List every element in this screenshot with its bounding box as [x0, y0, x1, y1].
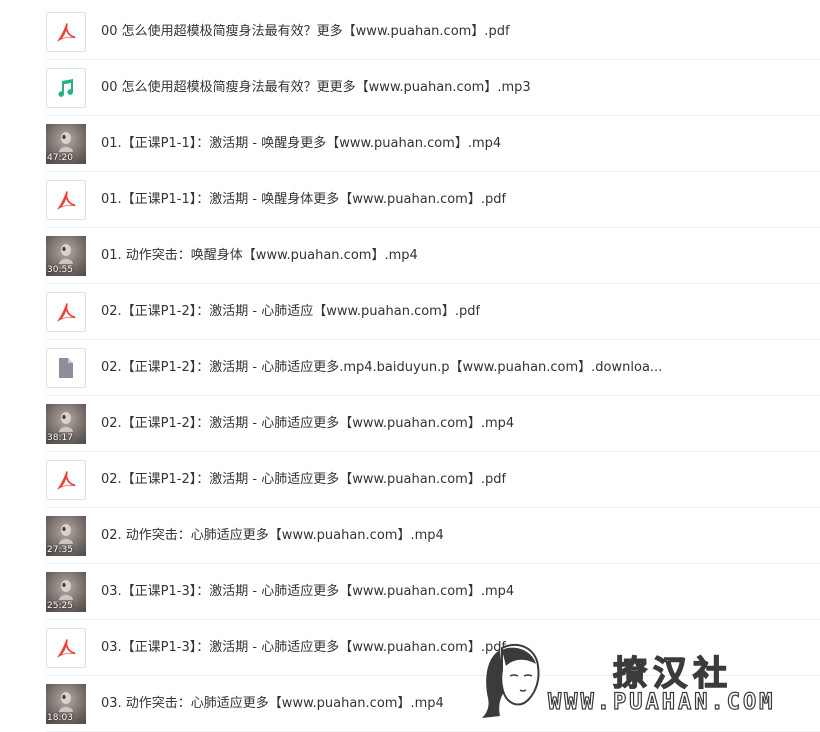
video-duration: 47:20	[47, 153, 73, 163]
file-name[interactable]: 01.【正课P1-1】：激活期 - 唤醒身体更多【www.puahan.com】…	[101, 172, 506, 228]
file-name[interactable]: 01. 动作突击：唤醒身体【www.puahan.com】.mp4	[101, 228, 418, 284]
video-thumbnail-figure	[59, 524, 73, 544]
file-name[interactable]: 00 怎么使用超模极简瘦身法最有效？更更多【www.puahan.com】.mp…	[101, 60, 531, 116]
file-row[interactable]: 02.【正课P1-2】：激活期 - 心肺适应【www.puahan.com】.p…	[46, 284, 820, 340]
file-row[interactable]: 38:17 02.【正课P1-2】：激活期 - 心肺适应更多【www.puahan…	[46, 396, 820, 452]
file-icon	[59, 358, 73, 378]
music-note-icon	[58, 79, 74, 97]
pdf-icon-tile[interactable]	[46, 180, 86, 220]
file-name[interactable]: 03.【正课P1-3】：激活期 - 心肺适应更多【www.puahan.com】…	[101, 564, 514, 620]
file-row[interactable]: 27:35 02. 动作突击：心肺适应更多【www.puahan.com】.mp4	[46, 508, 820, 564]
file-list: 00 怎么使用超模极简瘦身法最有效？更多【www.puahan.com】.pdf…	[0, 0, 820, 732]
file-name[interactable]: 03. 动作突击：心肺适应更多【www.puahan.com】.mp4	[101, 676, 444, 732]
video-thumbnail-figure	[59, 244, 73, 264]
pdf-icon	[57, 191, 76, 210]
file-row[interactable]: 00 怎么使用超模极简瘦身法最有效？更更多【www.puahan.com】.mp…	[46, 60, 820, 116]
pdf-icon	[57, 23, 76, 42]
video-thumbnail[interactable]: 25:25	[46, 572, 86, 612]
video-thumbnail[interactable]: 27:35	[46, 516, 86, 556]
video-thumbnail-figure	[59, 580, 73, 600]
file-row[interactable]: 25:25 03.【正课P1-3】：激活期 - 心肺适应更多【www.puahan…	[46, 564, 820, 620]
watermark-chinese-text: 撩汉社	[612, 653, 733, 695]
file-row[interactable]: 00 怎么使用超模极简瘦身法最有效？更多【www.puahan.com】.pdf	[46, 4, 820, 60]
video-thumbnail-figure	[59, 692, 73, 712]
pdf-icon-tile[interactable]	[46, 628, 86, 668]
file-name[interactable]: 02.【正课P1-2】：激活期 - 心肺适应更多.mp4.baiduyun.p【…	[101, 340, 662, 396]
video-thumbnail[interactable]: 38:17	[46, 404, 86, 444]
file-name[interactable]: 02.【正课P1-2】：激活期 - 心肺适应更多【www.puahan.com】…	[101, 396, 514, 452]
pdf-icon-tile[interactable]	[46, 12, 86, 52]
video-thumbnail-figure	[59, 132, 73, 152]
file-icon-tile[interactable]	[46, 348, 86, 388]
watermark-face-logo	[482, 643, 540, 718]
video-duration: 30:55	[47, 265, 73, 275]
video-duration: 38:17	[47, 433, 73, 443]
video-thumbnail[interactable]: 18:03	[46, 684, 86, 724]
pdf-icon-tile[interactable]	[46, 460, 86, 500]
video-thumbnail-figure	[59, 412, 73, 432]
file-name[interactable]: 03.【正课P1-3】：激活期 - 心肺适应更多【www.puahan.com】…	[101, 620, 506, 676]
file-name[interactable]: 02.【正课P1-2】：激活期 - 心肺适应【www.puahan.com】.p…	[101, 284, 480, 340]
file-row[interactable]: 02.【正课P1-2】：激活期 - 心肺适应更多【www.puahan.com】…	[46, 452, 820, 508]
file-row[interactable]: 02.【正课P1-2】：激活期 - 心肺适应更多.mp4.baiduyun.p【…	[46, 340, 820, 396]
music-note-icon-tile[interactable]	[46, 68, 86, 108]
file-name[interactable]: 01.【正课P1-1】：激活期 - 唤醒身更多【www.puahan.com】.…	[101, 116, 501, 172]
file-row[interactable]: 47:20 01.【正课P1-1】：激活期 - 唤醒身更多【www.puahan.…	[46, 116, 820, 172]
watermark: 撩汉社 WWW.PUAHAN.COM	[478, 640, 798, 729]
video-thumbnail[interactable]: 30:55	[46, 236, 86, 276]
file-row[interactable]: 01.【正课P1-1】：激活期 - 唤醒身体更多【www.puahan.com】…	[46, 172, 820, 228]
watermark-url-text: WWW.PUAHAN.COM	[547, 689, 776, 715]
file-row[interactable]: 30:55 01. 动作突击：唤醒身体【www.puahan.com】.mp4	[46, 228, 820, 284]
video-duration: 27:35	[47, 545, 73, 555]
pdf-icon	[57, 639, 76, 658]
file-name[interactable]: 00 怎么使用超模极简瘦身法最有效？更多【www.puahan.com】.pdf	[101, 4, 510, 60]
video-thumbnail[interactable]: 47:20	[46, 124, 86, 164]
pdf-icon	[57, 303, 76, 322]
pdf-icon-tile[interactable]	[46, 292, 86, 332]
file-name[interactable]: 02.【正课P1-2】：激活期 - 心肺适应更多【www.puahan.com】…	[101, 452, 506, 508]
file-name[interactable]: 02. 动作突击：心肺适应更多【www.puahan.com】.mp4	[101, 508, 444, 564]
video-duration: 18:03	[47, 713, 73, 723]
video-duration: 25:25	[47, 601, 73, 611]
pdf-icon	[57, 471, 76, 490]
